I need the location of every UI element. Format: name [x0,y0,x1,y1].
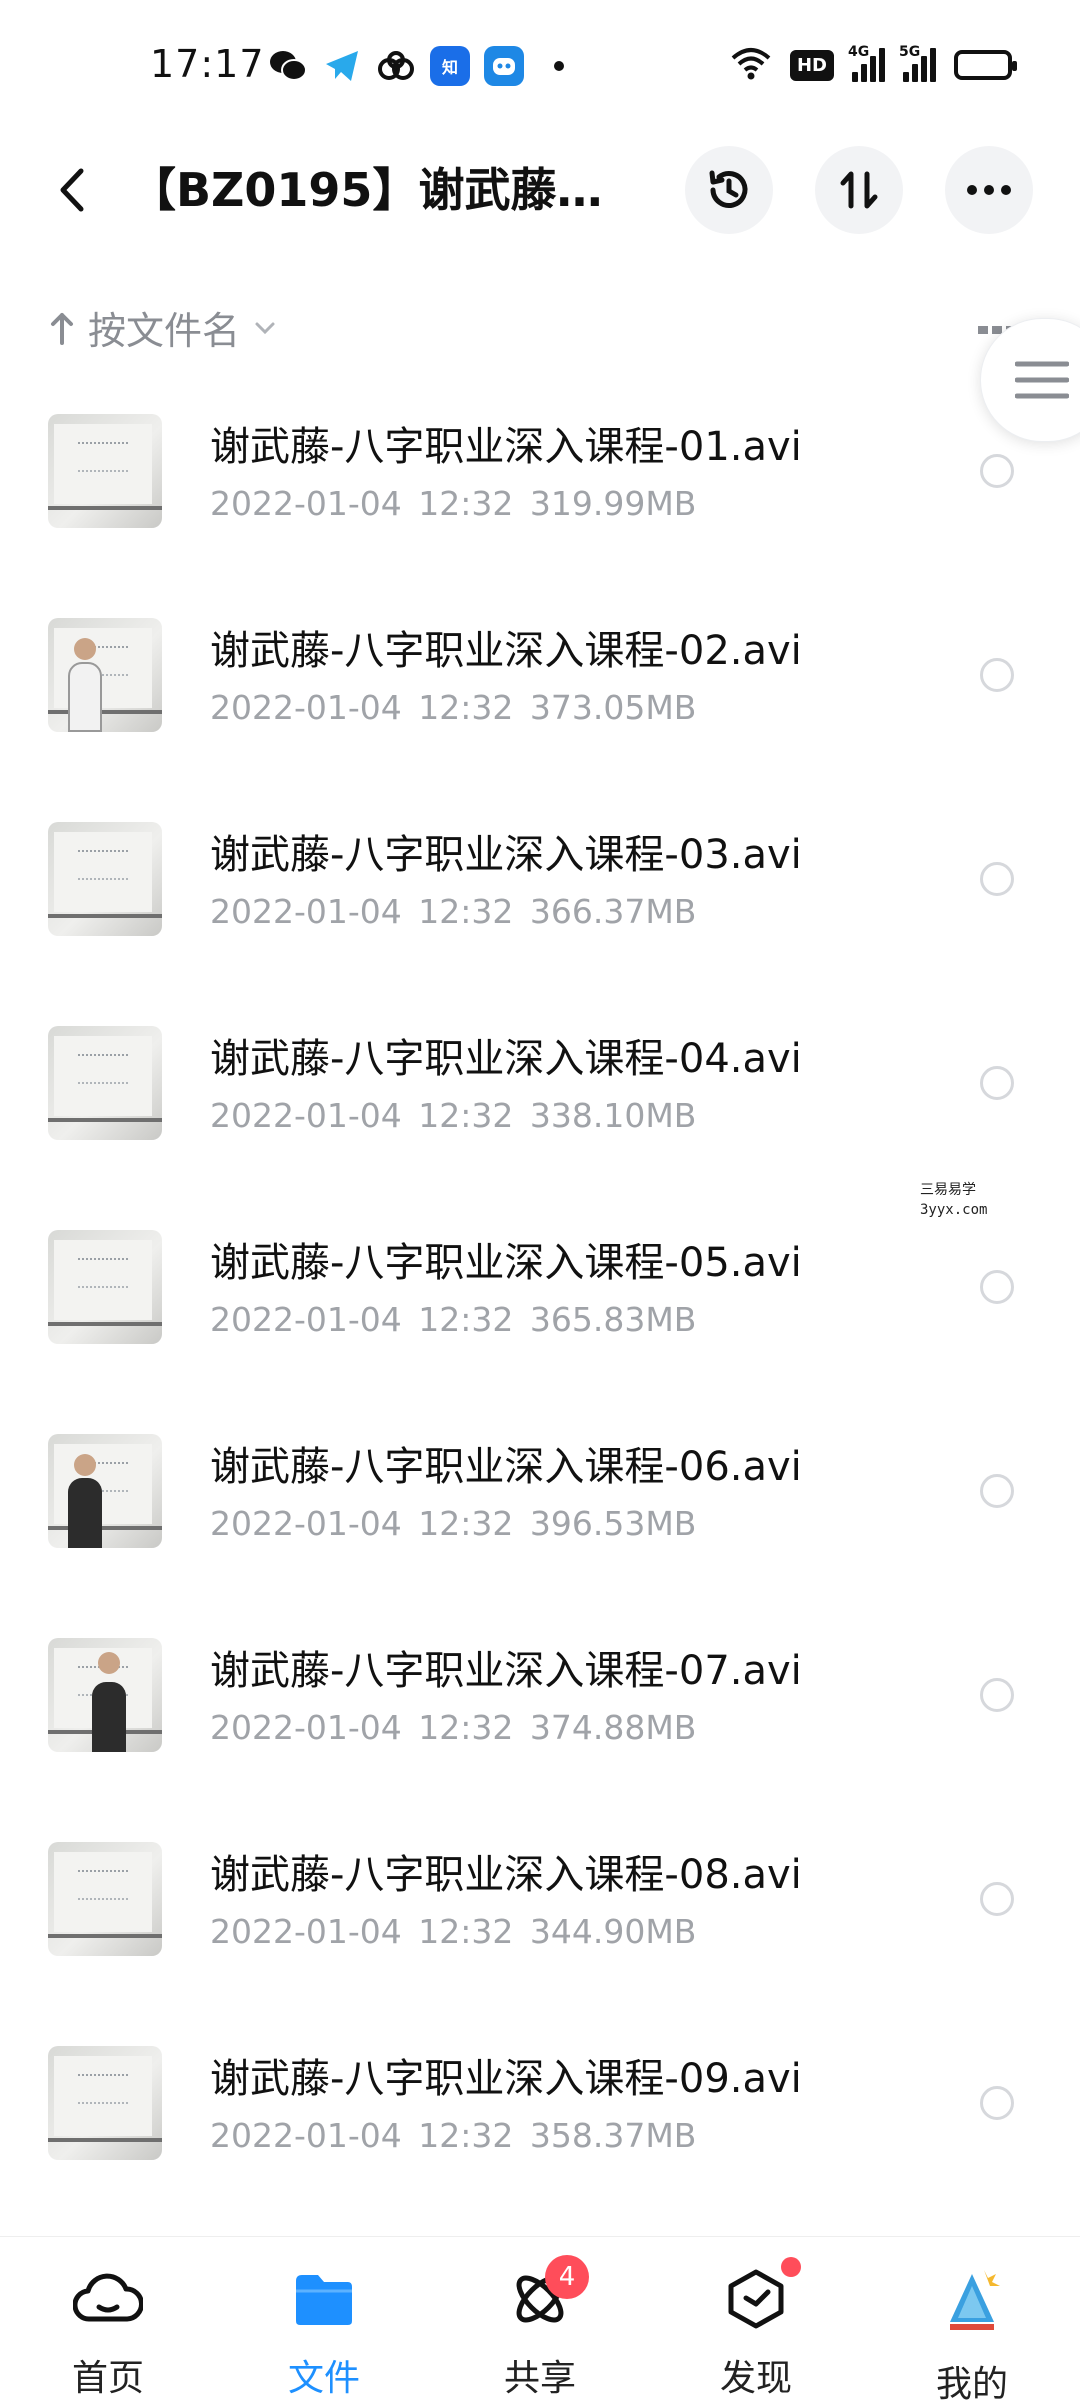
robot-app-icon [484,46,524,86]
discover-box-icon [721,2257,801,2331]
file-row[interactable]: 谢武藤-八字职业深入课程-04.avi 2022-01-04 12:32 338.… [0,1012,1080,1216]
wechat-icon [268,46,308,86]
file-name: 谢武藤-八字职业深入课程-09.avi [210,2056,802,2102]
file-row[interactable]: 谢武藤-八字职业深入课程-01.avi 2022-01-04 12:32 319.… [0,400,1080,604]
hd-voice-badge: HD [789,49,834,81]
chevron-down-icon [255,322,275,334]
file-meta: 2022-01-04 12:32 374.88MB [210,1708,697,1747]
file-meta: 2022-01-04 12:32 344.90MB [210,1912,697,1951]
file-row[interactable]: 谢武藤-八字职业深入课程-08.avi 2022-01-04 12:32 344.… [0,1828,1080,2032]
file-row[interactable]: 谢武藤-八字职业深入课程-05.avi 2022-01-04 12:32 365.… [0,1216,1080,1420]
avatar [934,2264,1010,2340]
video-thumbnail [48,1230,162,1344]
video-thumbnail [48,414,162,528]
share-badge: 4 [545,2255,589,2299]
status-bar: 17:17 知 HD 4G 5G [0,0,1080,130]
file-name: 谢武藤-八字职业深入课程-07.avi [210,1648,802,1694]
chevron-left-icon [60,168,84,212]
signal-4g-icon: 4G [848,44,885,82]
folder-icon [289,2267,359,2331]
more-icon [967,185,1011,195]
page-title: 【BZ0195】谢武藤-… [130,163,610,217]
file-name: 谢武藤-八字职业深入课程-05.avi [210,1240,802,1286]
history-button[interactable] [685,146,773,234]
select-checkbox[interactable] [980,1474,1014,1508]
video-thumbnail [48,618,162,732]
video-thumbnail [48,1026,162,1140]
cloud-home-icon [73,2267,143,2331]
signal-5g-icon: 5G [899,44,936,82]
select-checkbox[interactable] [980,1678,1014,1712]
file-meta: 2022-01-04 12:32 366.37MB [210,892,697,931]
file-name: 谢武藤-八字职业深入课程-01.avi [210,424,802,470]
nav-discover-label: 发现 [719,2358,792,2399]
sort-selector[interactable]: 按文件名 [50,300,276,355]
telegram-icon [322,46,362,86]
file-meta: 2022-01-04 12:32 373.05MB [210,688,697,727]
select-checkbox[interactable] [980,2086,1014,2120]
share-atom-icon: 4 [505,2255,589,2331]
file-row[interactable]: 谢武藤-八字职业深入课程-07.avi 2022-01-04 12:32 374.… [0,1624,1080,1828]
more-button[interactable] [945,146,1033,234]
file-meta: 2022-01-04 12:32 338.10MB [210,1096,697,1135]
status-time: 17:17 [150,42,265,86]
select-checkbox[interactable] [980,658,1014,692]
wifi-icon [730,46,772,84]
file-row[interactable]: 谢武藤-八字职业深入课程-06.avi 2022-01-04 12:32 396.… [0,1420,1080,1624]
nav-files[interactable]: 文件 [254,2237,394,2400]
file-name: 谢武藤-八字职业深入课程-06.avi [210,1444,802,1490]
select-checkbox[interactable] [980,1066,1014,1100]
video-thumbnail [48,1842,162,1956]
sort-icon [840,171,878,209]
nav-profile-label: 我的 [935,2364,1008,2400]
baidu-netdisk-icon [376,46,416,86]
nav-home[interactable]: 首页 [38,2237,178,2400]
header: 【BZ0195】谢武藤-… [0,130,1080,250]
battery-icon [954,50,1017,80]
nav-home-label: 首页 [71,2358,144,2399]
status-indicators: HD 4G 5G [730,44,1017,84]
file-name: 谢武藤-八字职业深入课程-08.avi [210,1852,802,1898]
video-thumbnail [48,1638,162,1752]
select-checkbox[interactable] [980,862,1014,896]
sort-toggle-button[interactable] [815,146,903,234]
nav-files-label: 文件 [287,2358,360,2399]
file-name: 谢武藤-八字职业深入课程-03.avi [210,832,802,878]
more-notifications-dot [554,61,564,71]
status-app-icons: 知 [268,46,564,86]
file-meta: 2022-01-04 12:32 319.99MB [210,484,697,523]
back-button[interactable] [42,160,102,220]
nav-share[interactable]: 4 共享 [470,2237,610,2400]
sort-label: 按文件名 [88,309,241,353]
file-row[interactable]: 谢武藤-八字职业深入课程-02.avi 2022-01-04 12:32 373.… [0,604,1080,808]
bottom-nav: 首页 文件 4 共享 发现 我的 [0,2236,1080,2400]
zhihu-icon: 知 [430,46,470,86]
select-checkbox[interactable] [980,1882,1014,1916]
select-checkbox[interactable] [980,454,1014,488]
file-row[interactable]: 谢武藤-八字职业深入课程-03.avi 2022-01-04 12:32 366.… [0,808,1080,1012]
file-row[interactable]: 谢武藤-八字职业深入课程-09.avi 2022-01-04 12:32 358.… [0,2032,1080,2236]
arrow-up-icon [51,312,73,345]
video-thumbnail [48,1434,162,1548]
video-thumbnail [48,2046,162,2160]
nav-discover[interactable]: 发现 [686,2237,826,2400]
hamburger-menu-icon [1015,361,1069,399]
video-thumbnail [48,822,162,936]
file-name: 谢武藤-八字职业深入课程-02.avi [210,628,802,674]
file-meta: 2022-01-04 12:32 365.83MB [210,1300,697,1339]
file-meta: 2022-01-04 12:32 358.37MB [210,2116,697,2155]
file-name: 谢武藤-八字职业深入课程-04.avi [210,1036,802,1082]
file-meta: 2022-01-04 12:32 396.53MB [210,1504,697,1543]
history-icon [709,170,748,208]
watermark: 三易易学 3yyx.com [920,1182,988,1218]
discover-dot [781,2257,801,2277]
nav-profile[interactable]: 我的 [902,2237,1042,2400]
select-checkbox[interactable] [980,1270,1014,1304]
nav-share-label: 共享 [503,2358,576,2399]
